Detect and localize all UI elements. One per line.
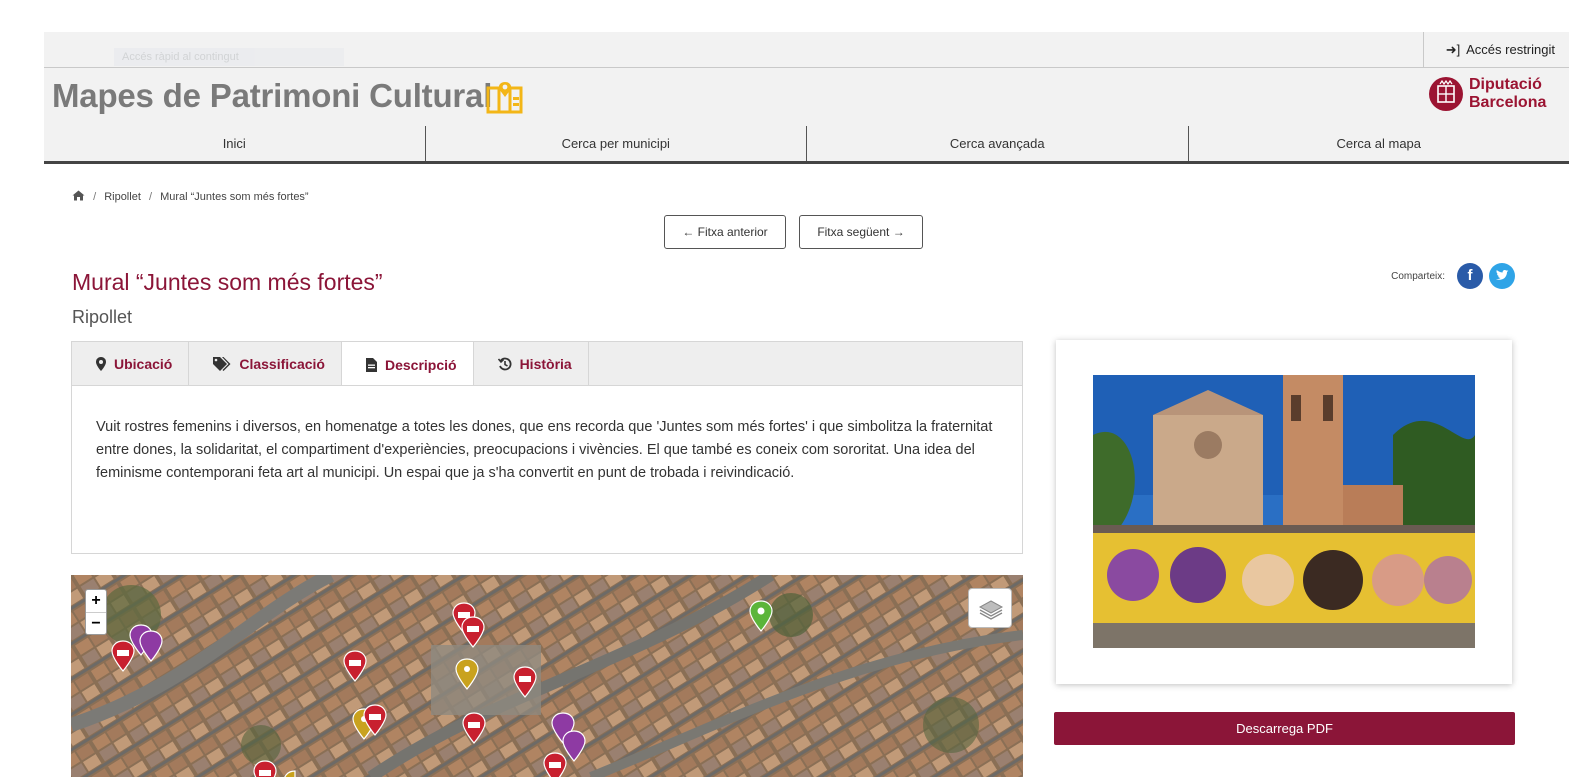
- tab-location[interactable]: Ubicació: [72, 342, 190, 386]
- breadcrumb-item-current: Mural “Juntes som més fortes”: [160, 191, 309, 203]
- top-bar: Accés ràpid al contingut ➜] Accés restri…: [44, 32, 1569, 68]
- restricted-access-label: Accés restringit: [1466, 42, 1555, 57]
- share-bar: Comparteix: f: [1391, 263, 1515, 289]
- map-marker-icon: [96, 357, 106, 371]
- page: Accés ràpid al contingut ➜] Accés restri…: [0, 0, 1569, 777]
- map-pin-icon: [486, 82, 523, 114]
- monument-marker[interactable]: [461, 616, 485, 648]
- music-marker[interactable]: [284, 770, 296, 777]
- nav-item-advanced-search[interactable]: Cerca avançada: [807, 126, 1189, 161]
- skip-to-content-link[interactable]: Accés ràpid al contingut: [114, 48, 344, 66]
- green-marker[interactable]: [749, 600, 773, 632]
- nav-item-home[interactable]: Inici: [44, 126, 426, 161]
- breadcrumb-separator: /: [148, 191, 152, 203]
- monument-marker[interactable]: [253, 760, 277, 777]
- layers-icon: [978, 600, 1004, 620]
- monument-marker[interactable]: [462, 712, 486, 744]
- purple-marker[interactable]: [562, 730, 586, 762]
- main-nav: Inici Cerca per municipi Cerca avançada …: [44, 126, 1569, 164]
- site-header: Mapes de Patrimoni Cultural Diputació Ba…: [44, 68, 1569, 126]
- history-icon: [497, 357, 512, 371]
- description-text: Vuit rostres femenins i diversos, en hom…: [96, 419, 993, 481]
- page-title: Mural “Juntes som més fortes”: [72, 269, 383, 295]
- restricted-access-link[interactable]: ➜] Accés restringit: [1422, 32, 1555, 67]
- twitter-icon[interactable]: [1489, 263, 1515, 289]
- monument-marker[interactable]: [343, 650, 367, 682]
- tab-classification[interactable]: Classificació: [189, 342, 342, 386]
- nav-item-map-search[interactable]: Cerca al mapa: [1189, 126, 1569, 161]
- diputacio-logo-text: Diputació Barcelona: [1469, 76, 1546, 112]
- record-tabs: Ubicació Classificació Descripció Històr…: [71, 341, 1023, 387]
- logo-line-2: Barcelona: [1469, 94, 1547, 111]
- map-layers-button[interactable]: [968, 588, 1012, 628]
- breadcrumb-item-municipality[interactable]: Ripollet: [104, 191, 141, 203]
- tab-history-label: Història: [519, 356, 572, 372]
- tab-description[interactable]: Descripció: [341, 342, 474, 387]
- tab-description-label: Descripció: [384, 356, 457, 373]
- tab-location-label: Ubicació: [114, 356, 173, 372]
- previous-record-button[interactable]: ← Fitxa anterior: [664, 215, 786, 249]
- diputacio-barcelona-logo[interactable]: Diputació Barcelona: [1399, 76, 1569, 120]
- download-pdf-button[interactable]: Descarrega PDF: [1054, 712, 1515, 745]
- tab-classification-label: Classificació: [239, 356, 325, 372]
- share-label: Comparteix:: [1391, 270, 1445, 282]
- description-panel: Vuit rostres femenins i diversos, en hom…: [71, 385, 1023, 554]
- nav-item-search-municipality[interactable]: Cerca per municipi: [426, 126, 807, 161]
- mural-photo[interactable]: [1093, 375, 1475, 648]
- facebook-icon[interactable]: f: [1457, 263, 1483, 289]
- monument-marker[interactable]: [111, 640, 135, 672]
- breadcrumb: / Ripollet / Mural “Juntes som més forte…: [72, 190, 309, 203]
- home-icon[interactable]: [72, 190, 85, 201]
- music-marker[interactable]: [455, 658, 479, 690]
- page-subtitle-municipality: Ripollet: [72, 307, 133, 327]
- monument-marker[interactable]: [543, 752, 567, 777]
- file-icon: [365, 357, 377, 372]
- map-markers: [111, 600, 773, 777]
- breadcrumb-separator: /: [93, 191, 97, 203]
- zoom-out-button[interactable]: −: [86, 612, 106, 634]
- photo-card: [1056, 340, 1512, 684]
- next-record-button[interactable]: Fitxa següent →: [799, 215, 923, 249]
- tags-icon: [213, 357, 231, 371]
- location-map[interactable]: + −: [71, 575, 1023, 777]
- diputacio-seal-icon: [1429, 77, 1463, 111]
- site-title[interactable]: Mapes de Patrimoni Cultural: [52, 77, 492, 115]
- sign-in-icon: ➜]: [1445, 42, 1461, 57]
- purple-marker[interactable]: [139, 630, 163, 662]
- monument-marker[interactable]: [513, 666, 537, 698]
- map-zoom-control: + −: [85, 589, 107, 635]
- zoom-in-button[interactable]: +: [86, 590, 106, 612]
- logo-line-1: Diputació: [1469, 76, 1542, 93]
- tab-history[interactable]: Història: [474, 342, 589, 386]
